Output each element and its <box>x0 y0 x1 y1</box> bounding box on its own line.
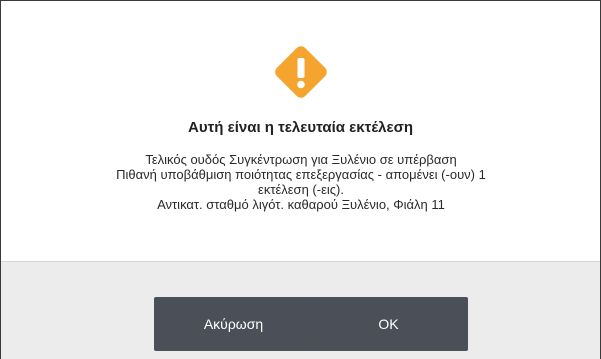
warning-icon <box>275 46 327 98</box>
warning-dialog: Αυτή είναι η τελευταία εκτέλεση Τελικός … <box>0 0 601 359</box>
message-line: Αντικατ. σταθμό λιγότ. καθαρού Ξυλένιο, … <box>157 197 445 212</box>
dialog-message: Τελικός ουδός Συγκέντρωση για Ξυλένιο σε… <box>91 152 511 212</box>
message-line: Τελικός ουδός Συγκέντρωση για Ξυλένιο σε… <box>145 152 457 167</box>
cancel-button[interactable]: Ακύρωση <box>154 297 313 351</box>
message-line: Πιθανή υποβάθμιση ποιότητας επεξεργασίας… <box>116 167 486 182</box>
message-line: εκτέλεση (-εις). <box>258 182 344 197</box>
dialog-title: Αυτή είναι η τελευταία εκτέλεση <box>188 119 413 136</box>
dialog-footer: Ακύρωση OK <box>1 261 600 359</box>
dialog-content: Αυτή είναι η τελευταία εκτέλεση Τελικός … <box>1 1 600 261</box>
ok-button[interactable]: OK <box>309 297 468 351</box>
